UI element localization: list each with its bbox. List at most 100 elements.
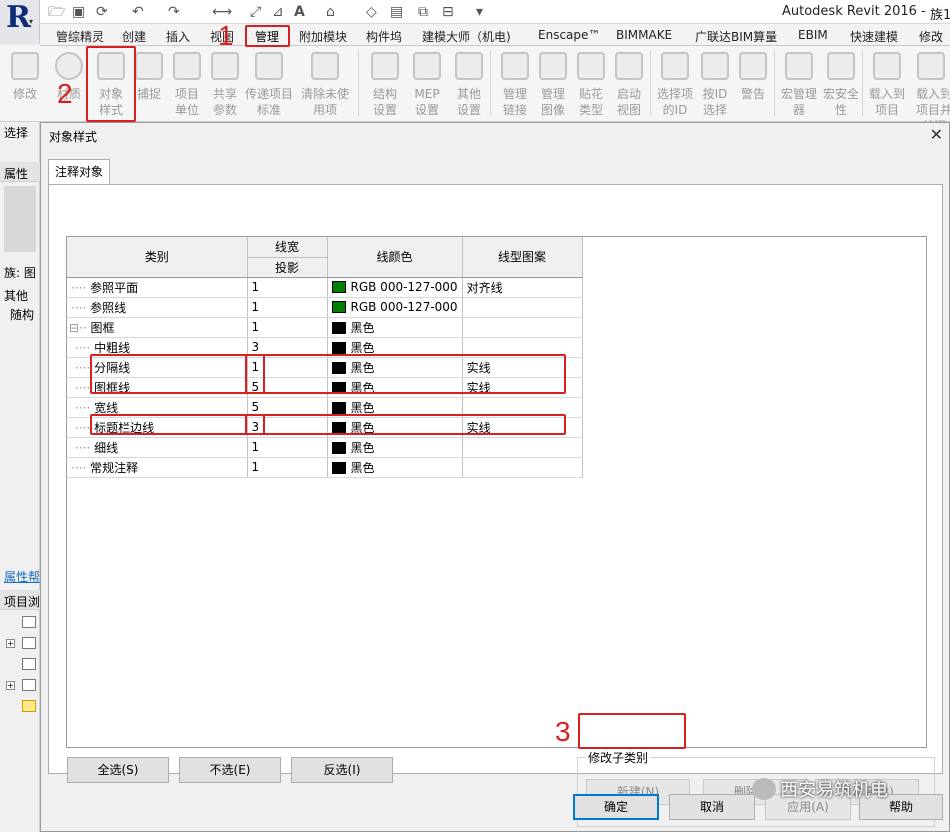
section-icon[interactable]: ◇ — [366, 3, 377, 21]
expand-icon[interactable]: + — [6, 639, 15, 648]
thin-lines-icon[interactable]: ▤ — [390, 3, 403, 21]
macro-manager-button[interactable]: 宏管理器 — [778, 46, 820, 122]
line-color-cell[interactable]: RGB 000-127-000 — [327, 277, 463, 298]
open-icon[interactable]: 🗁 — [48, 3, 65, 21]
sync-icon[interactable]: ⟳ — [96, 3, 108, 21]
tab-pipe-genie[interactable]: 管综精灵 — [56, 28, 104, 45]
category-cell[interactable]: ···· 细线 — [67, 437, 248, 458]
link-node-icon[interactable] — [22, 700, 36, 712]
revit-app-menu-button[interactable]: R ▾ — [0, 0, 40, 44]
color-swatch — [331, 441, 346, 454]
project-units-label: 项目单位 — [174, 87, 199, 117]
tab-ebim[interactable]: EBIM — [798, 28, 828, 42]
header-category[interactable]: 类别 — [67, 237, 248, 278]
tab-bimmake[interactable]: BIMMAKE — [616, 28, 672, 42]
tab-component-dock[interactable]: 构件坞 — [366, 28, 402, 45]
select-none-button[interactable]: 不选(E) — [179, 757, 281, 783]
line-pattern-cell[interactable] — [462, 297, 583, 318]
projection-weight-cell[interactable]: 1 — [247, 277, 328, 298]
starting-view-button[interactable]: 启动视图 — [608, 46, 650, 122]
project-units-button[interactable]: 项目单位 — [166, 46, 208, 122]
structural-settings-button[interactable]: 结构设置 — [364, 46, 406, 122]
projection-weight-cell[interactable]: 1 — [247, 437, 328, 458]
projection-weight-cell[interactable]: 1 — [247, 297, 328, 318]
shared-parameters-icon — [211, 52, 239, 80]
qat-customize-icon[interactable]: ▾ — [476, 3, 483, 21]
mep-settings-button[interactable]: MEP设置 — [406, 46, 448, 122]
purge-unused-button[interactable]: 清除未使用项 — [301, 46, 349, 122]
line-color-cell[interactable]: 黑色 — [327, 437, 463, 458]
ok-button[interactable]: 确定 — [573, 794, 659, 820]
header-line-pattern[interactable]: 线型图案 — [462, 237, 583, 278]
projection-weight-cell[interactable]: 1 — [247, 457, 328, 478]
table-row[interactable]: ···· 细线 1 黑色 — [67, 437, 583, 458]
table-row[interactable]: ···· 参照线 1 RGB 000-127-000 — [67, 297, 583, 318]
line-color-cell[interactable]: 黑色 — [327, 317, 463, 338]
category-cell[interactable]: ···· 常规注释 — [67, 457, 248, 478]
header-projection[interactable]: 投影 — [247, 257, 328, 278]
undo-icon[interactable]: ↶ — [132, 3, 144, 21]
other-settings-button[interactable]: 其他设置 — [448, 46, 490, 122]
load-and-close-button[interactable]: 载入到项目并关闭 — [910, 46, 950, 122]
tab-modify[interactable]: 修改 — [919, 28, 943, 45]
tab-modeling-master[interactable]: 建模大师（机电) — [422, 28, 511, 45]
macro-security-button[interactable]: 宏安全性 — [820, 46, 862, 122]
line-pattern-cell[interactable]: 对齐线 — [462, 277, 583, 298]
text-icon[interactable]: A — [294, 3, 305, 21]
3d-view-icon[interactable]: ⌂ — [326, 3, 335, 21]
load-into-project-button[interactable]: 载入到项目 — [866, 46, 908, 122]
select-by-id-button[interactable]: 按ID选择 — [694, 46, 736, 122]
sheet-node-icon[interactable] — [22, 637, 36, 649]
decal-types-button[interactable]: 贴花类型 — [570, 46, 612, 122]
switch-windows-icon[interactable]: ⊟ — [442, 3, 454, 21]
transfer-standards-label: 传递项目标准 — [244, 87, 293, 117]
category-cell[interactable]: ···· 参照线 — [67, 297, 248, 318]
table-row[interactable]: ···· 常规注释 1 黑色 — [67, 457, 583, 478]
close-icon[interactable]: ✕ — [930, 125, 943, 144]
legend-node-icon[interactable] — [22, 658, 36, 670]
dimension-icon[interactable]: ⤢ — [250, 3, 261, 21]
invert-selection-button[interactable]: 反选(I) — [291, 757, 393, 783]
tab-annotation-objects[interactable]: 注释对象 — [48, 159, 110, 185]
line-pattern-cell[interactable] — [462, 437, 583, 458]
select-all-button[interactable]: 全选(S) — [67, 757, 169, 783]
save-icon[interactable]: ▣ — [72, 3, 85, 21]
tag-icon[interactable]: ⊿ — [272, 3, 284, 21]
tab-enscape[interactable]: Enscape™ — [538, 28, 600, 42]
mep-settings-label: MEP设置 — [414, 87, 440, 117]
tab-insert[interactable]: 插入 — [166, 28, 190, 45]
manage-links-button[interactable]: 管理链接 — [494, 46, 536, 122]
close-hidden-icon[interactable]: ⧉ — [418, 3, 428, 21]
select-by-id-icon — [701, 52, 729, 80]
category-cell[interactable]: ⊟·· 图框 — [67, 317, 248, 338]
collapse-icon[interactable]: ⊟·· — [69, 321, 91, 335]
type-preview-image — [4, 186, 36, 252]
line-color-cell[interactable]: 黑色 — [327, 457, 463, 478]
tab-quick-modeling[interactable]: 快速建模 — [850, 28, 898, 45]
projection-weight-cell[interactable]: 1 — [247, 317, 328, 338]
line-pattern-cell[interactable] — [462, 317, 583, 338]
tab-create[interactable]: 创建 — [122, 28, 146, 45]
header-line-color[interactable]: 线颜色 — [327, 237, 463, 278]
manage-images-button[interactable]: 管理图像 — [532, 46, 574, 122]
redo-icon[interactable]: ↷ — [168, 3, 180, 21]
view-node-icon[interactable] — [22, 616, 36, 628]
tab-addins[interactable]: 附加模块 — [299, 28, 347, 45]
expand-icon[interactable]: + — [6, 681, 15, 690]
category-cell[interactable]: ···· 参照平面 — [67, 277, 248, 298]
line-pattern-cell[interactable] — [462, 457, 583, 478]
warnings-button[interactable]: 警告 — [732, 46, 774, 122]
table-row[interactable]: ···· 参照平面 1 RGB 000-127-000 对齐线 — [67, 277, 583, 298]
family-node-icon[interactable] — [22, 679, 36, 691]
transfer-standards-button[interactable]: 传递项目标准 — [245, 46, 293, 122]
warning-icon — [739, 52, 767, 80]
measure-icon[interactable]: ⟷ — [212, 3, 232, 21]
properties-help-link[interactable]: 属性帮 — [4, 568, 40, 585]
table-row[interactable]: ⊟·· 图框 1 黑色 — [67, 317, 583, 338]
line-color-cell[interactable]: RGB 000-127-000 — [327, 297, 463, 318]
select-dropdown[interactable]: 选择 — [4, 124, 28, 141]
ids-of-selection-button[interactable]: 选择项的ID — [654, 46, 696, 122]
modify-button[interactable]: 修改 — [4, 46, 46, 122]
tab-glodon-bim[interactable]: 广联达BIM算量 — [695, 28, 777, 45]
cancel-button[interactable]: 取消 — [669, 794, 755, 820]
